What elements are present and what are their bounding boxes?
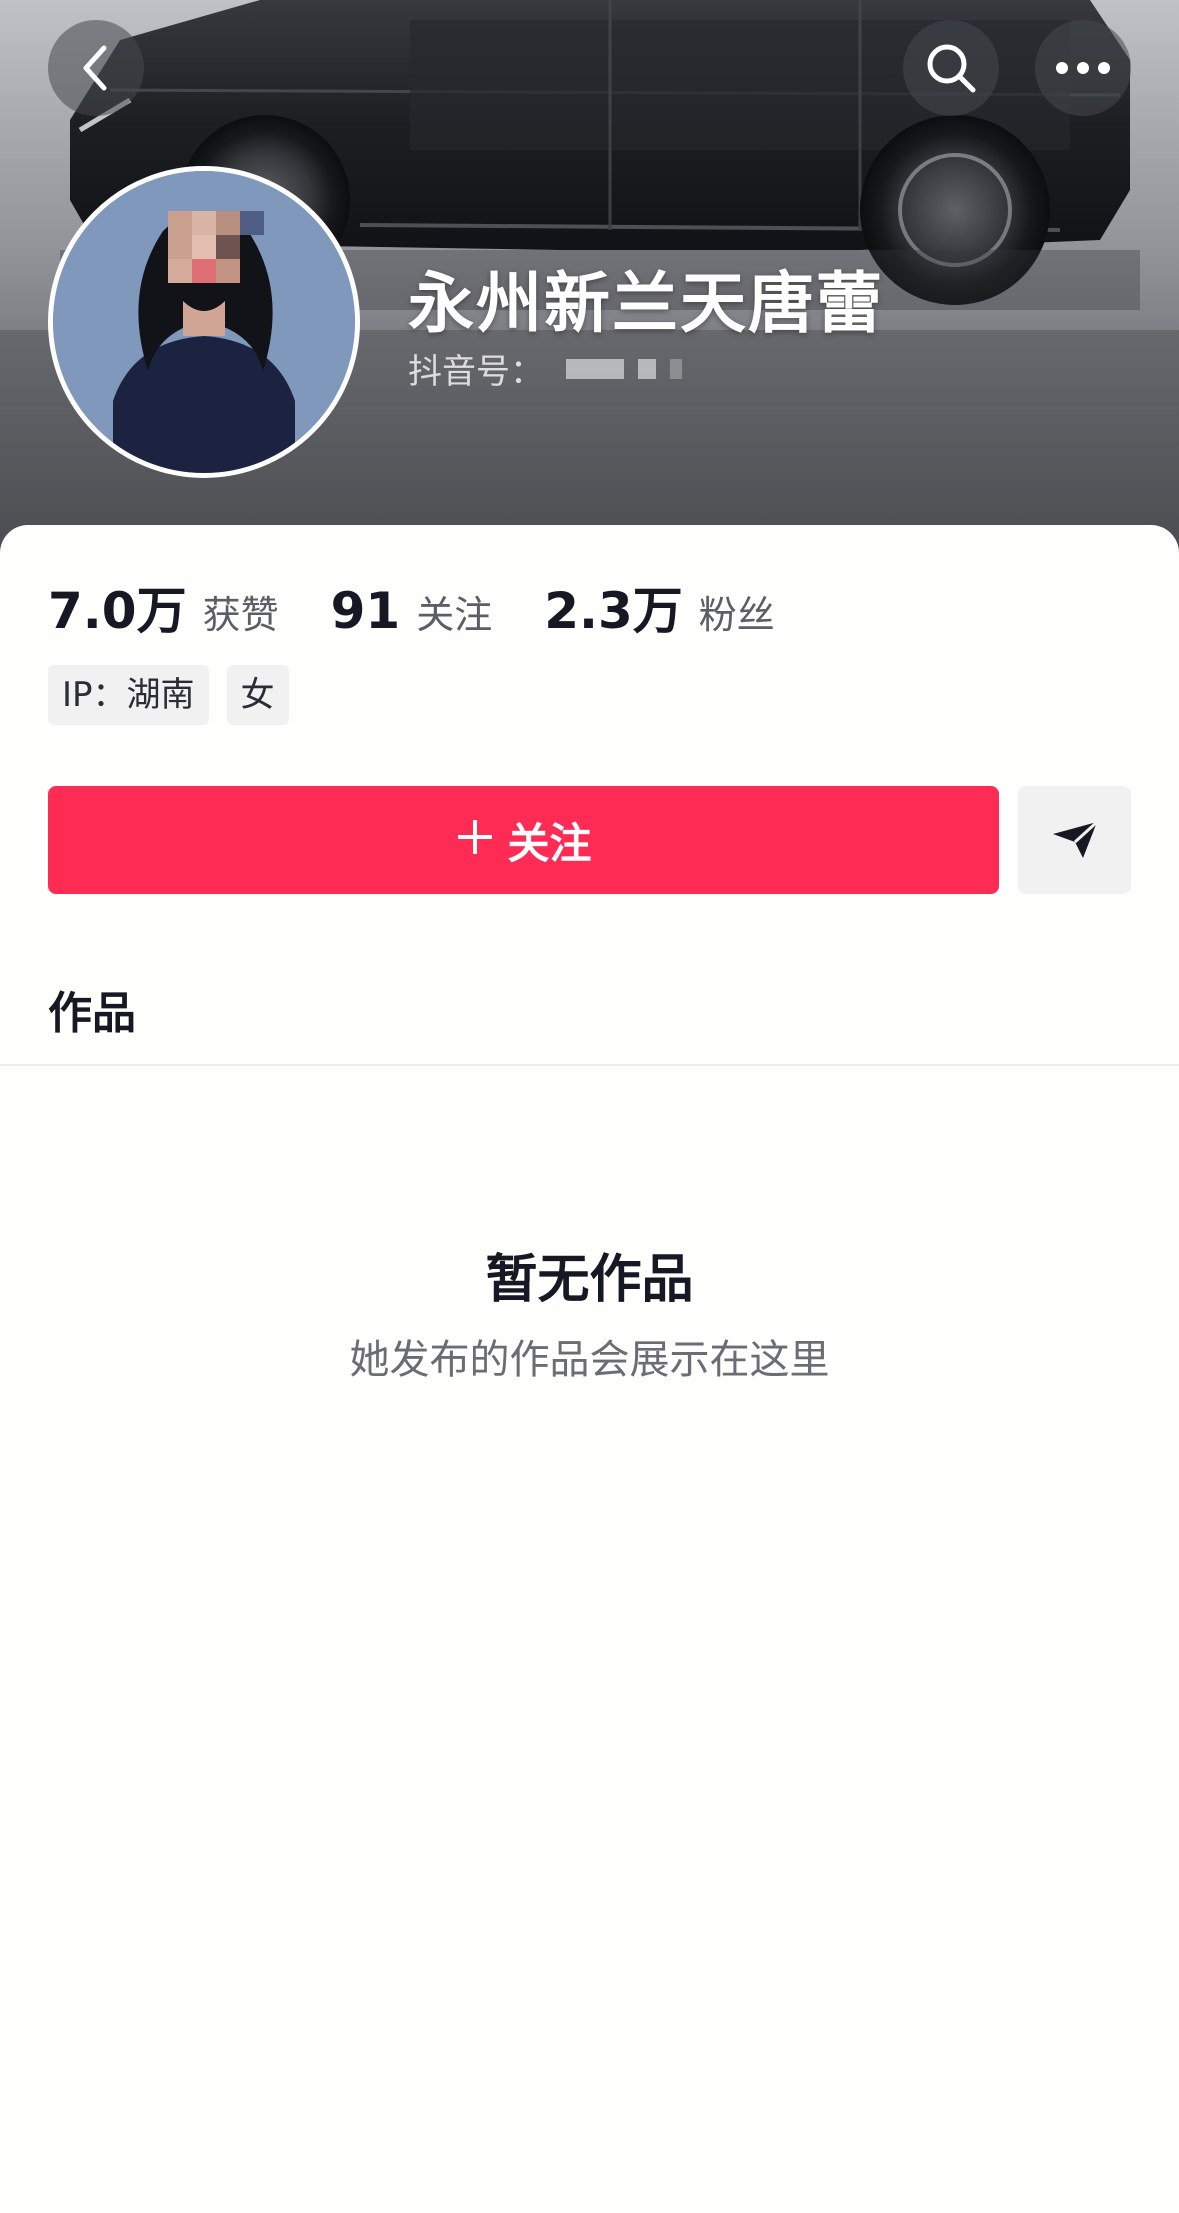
stat-value: 7.0万 [48,582,187,640]
chevron-left-icon [83,45,107,91]
follow-button[interactable]: 关注 [48,786,999,894]
empty-state-subtitle: 她发布的作品会展示在这里 [349,1337,830,1383]
profile-page: 永州新兰天唐蕾 抖音号： 7.0万 获赞 91 关注 2.3万 粉丝 IP：湖南… [0,0,1179,2213]
stat-label: 粉丝 [698,593,775,637]
more-horizontal-icon [1056,62,1110,74]
profile-banner: 永州新兰天唐蕾 抖音号： [0,0,1179,560]
douyin-id-label: 抖音号： [408,352,544,392]
profile-content: 7.0万 获赞 91 关注 2.3万 粉丝 IP：湖南 女 关注 作品 暂无作品… [0,525,1179,2213]
stat-followers[interactable]: 2.3万 粉丝 [544,571,775,643]
more-button[interactable] [1035,20,1131,116]
stat-label: 关注 [416,593,493,637]
follow-label: 关注 [507,818,592,868]
tab-works[interactable]: 作品 [48,977,136,1041]
send-icon [1052,820,1098,858]
message-button[interactable] [1018,786,1131,894]
profile-name: 永州新兰天唐蕾 [408,265,884,342]
empty-state-title: 暂无作品 [485,1250,694,1310]
douyin-id: 抖音号： [408,344,696,393]
tag-ip-location: IP：湖南 [48,665,209,725]
stat-likes[interactable]: 7.0万 获赞 [48,571,279,643]
profile-tags: IP：湖南 女 [48,665,307,725]
stat-value: 91 [330,582,401,640]
stat-following[interactable]: 91 关注 [331,582,493,640]
stat-label: 获赞 [202,593,279,637]
avatar[interactable] [48,166,360,478]
avatar-image [53,171,355,473]
stat-value: 2.3万 [544,582,683,640]
douyin-id-redacted [566,358,696,379]
search-button[interactable] [903,20,999,116]
plus-icon [455,814,495,866]
back-button[interactable] [48,20,144,116]
tag-gender: 女 [226,665,289,725]
tab-divider [0,1064,1179,1066]
search-icon [927,44,976,93]
profile-stats: 7.0万 获赞 91 关注 2.3万 粉丝 [48,571,827,643]
